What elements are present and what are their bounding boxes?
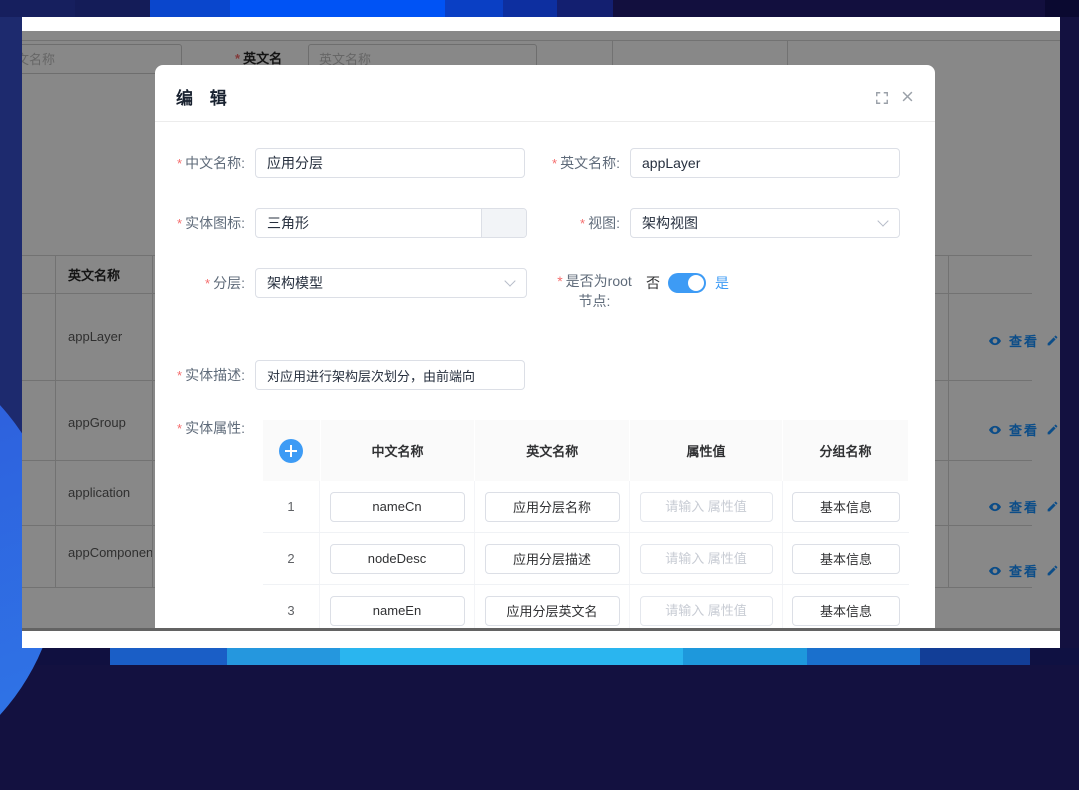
- required-asterisk: *: [557, 273, 562, 289]
- close-icon[interactable]: [900, 89, 915, 109]
- toggle-knob: [688, 275, 704, 291]
- attr-header-value: 属性值: [630, 420, 782, 481]
- required-asterisk: *: [177, 216, 182, 231]
- add-attr-button[interactable]: [279, 439, 303, 463]
- dialog-header: 编 辑: [155, 65, 935, 122]
- required-asterisk: *: [580, 216, 585, 231]
- required-asterisk: *: [177, 156, 182, 171]
- view-select-value: 架构视图: [642, 215, 698, 231]
- field-label-layer: *分层:: [155, 268, 245, 299]
- attr-row: 2: [263, 533, 909, 585]
- name-cn-input[interactable]: [255, 148, 525, 178]
- chevron-down-icon: [504, 275, 515, 286]
- icon-picker-button[interactable]: [481, 209, 526, 237]
- view-select[interactable]: 架构视图: [630, 208, 900, 238]
- field-label-attrs: *实体属性:: [155, 413, 245, 444]
- attr-value-input[interactable]: [640, 596, 773, 626]
- layer-select-value: 架构模型: [267, 275, 323, 291]
- chevron-down-icon: [877, 215, 888, 226]
- name-en-input[interactable]: [630, 148, 900, 178]
- attr-name-cn-input[interactable]: [330, 492, 465, 522]
- attr-row: 3: [263, 585, 909, 628]
- entity-icon-input-group: 三角形: [255, 208, 527, 238]
- attr-value-input[interactable]: [640, 544, 773, 574]
- toggle-on-label: 是: [715, 268, 729, 298]
- field-label-view: *视图:: [530, 208, 620, 239]
- attr-table-header: 中文名称 英文名称 属性值 分组名称: [263, 420, 909, 481]
- attr-name-en-input[interactable]: [485, 492, 620, 522]
- attr-name-en-input[interactable]: [485, 544, 620, 574]
- attr-group-input[interactable]: [792, 596, 900, 626]
- app-window: *英文名 英文名称 appLayer appGroup application …: [22, 31, 1060, 631]
- fullscreen-icon[interactable]: [875, 91, 889, 110]
- field-label-name-cn: *中文名称:: [155, 148, 245, 179]
- layer-select[interactable]: 架构模型: [255, 268, 527, 298]
- attr-header-group: 分组名称: [783, 420, 908, 481]
- attr-row-index: 3: [287, 603, 294, 618]
- entity-desc-input[interactable]: [255, 360, 525, 390]
- entity-icon-value[interactable]: 三角形: [256, 209, 481, 237]
- required-asterisk: *: [177, 421, 182, 436]
- field-label-entity-icon: *实体图标:: [155, 208, 245, 239]
- required-asterisk: *: [552, 156, 557, 171]
- attr-row-index: 2: [287, 551, 294, 566]
- decor-top-band: [0, 0, 1079, 17]
- attr-value-input[interactable]: [640, 492, 773, 522]
- entity-attr-table: 中文名称 英文名称 属性值 分组名称 1 2 3: [263, 420, 909, 628]
- root-toggle-switch[interactable]: [668, 273, 706, 293]
- attr-header-add: [263, 420, 320, 481]
- attr-row-index: 1: [287, 499, 294, 514]
- field-label-is-root: *是否为root节点:: [555, 271, 634, 311]
- attr-header-name-cn: 中文名称: [321, 420, 475, 481]
- attr-name-cn-input[interactable]: [330, 596, 465, 626]
- field-label-desc: *实体描述:: [155, 360, 245, 391]
- required-asterisk: *: [205, 276, 210, 291]
- required-asterisk: *: [177, 368, 182, 383]
- attr-row: 1: [263, 481, 909, 533]
- field-label-name-en: *英文名称:: [530, 148, 620, 179]
- edit-dialog: 编 辑 *中文名称: *英文名称: *实体图标: 三角形 *视图: 架构视图 *…: [155, 65, 935, 628]
- attr-group-input[interactable]: [792, 544, 900, 574]
- decor-bottom-band: [0, 648, 1079, 665]
- attr-header-name-en: 英文名称: [475, 420, 629, 481]
- attr-name-en-input[interactable]: [485, 596, 620, 626]
- attr-name-cn-input[interactable]: [330, 544, 465, 574]
- attr-group-input[interactable]: [792, 492, 900, 522]
- dialog-title: 编 辑: [176, 84, 233, 109]
- toggle-off-label: 否: [646, 268, 660, 298]
